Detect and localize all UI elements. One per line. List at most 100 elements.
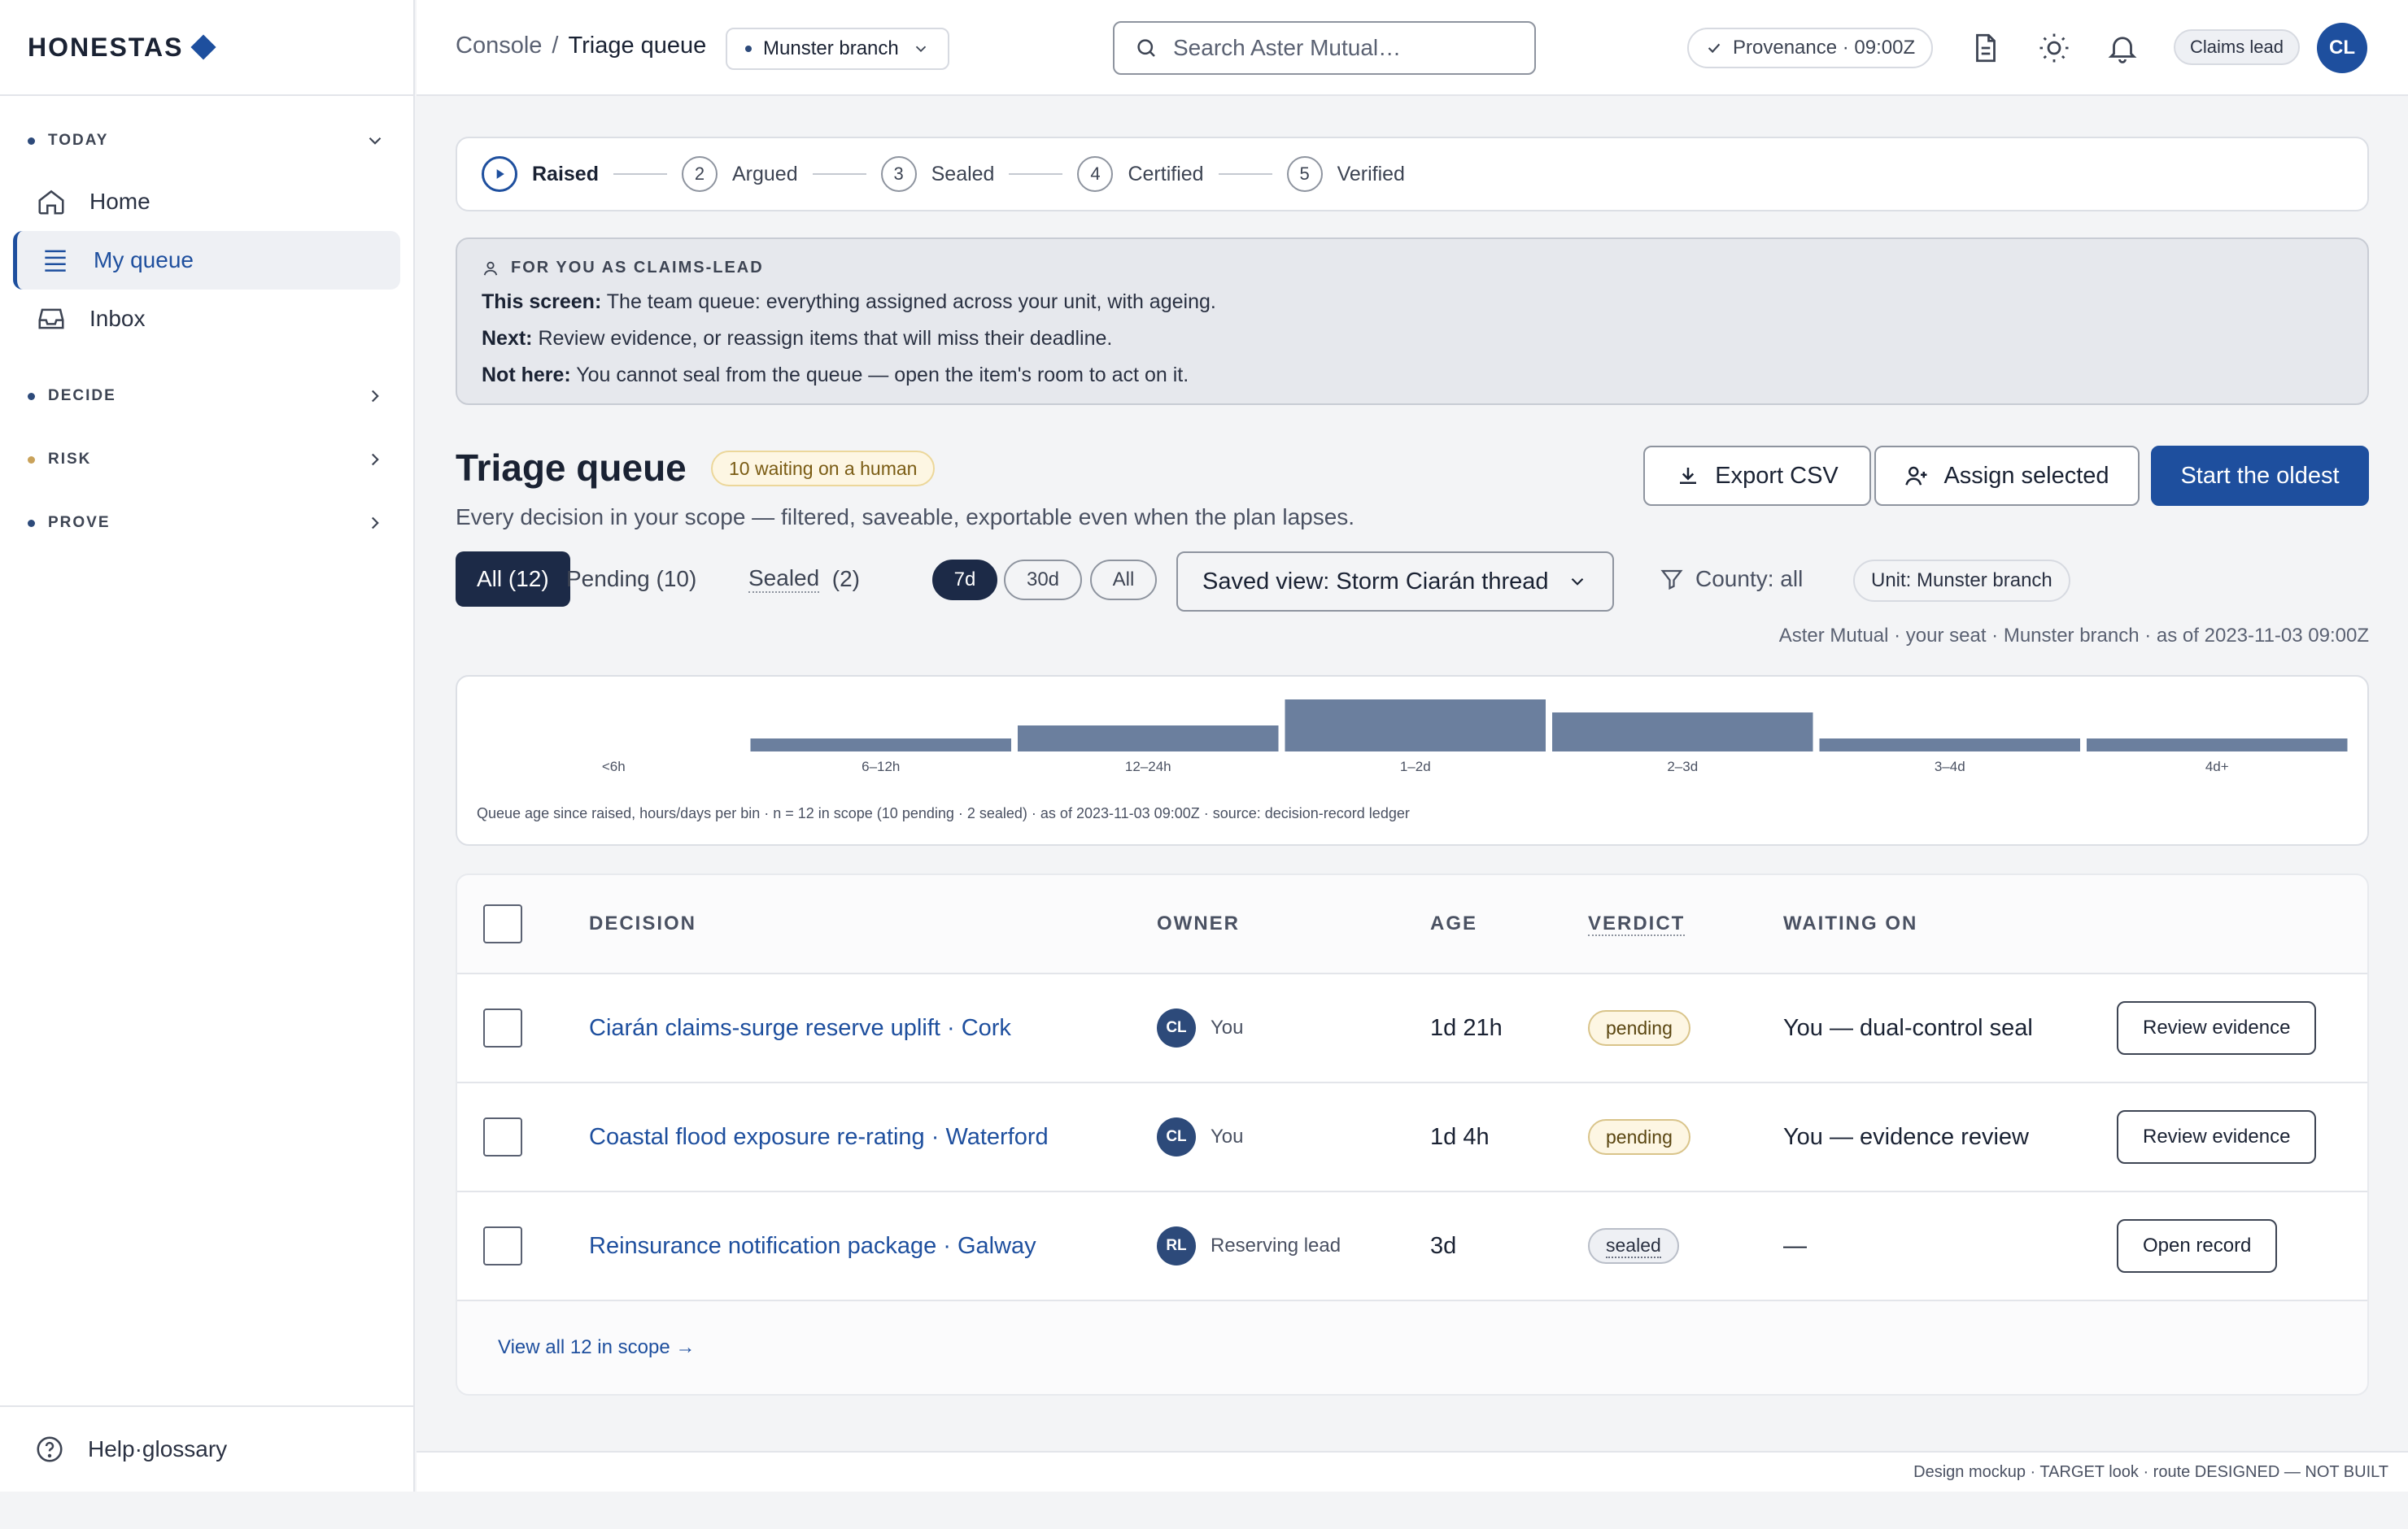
column-verdict[interactable]: VERDICT — [1588, 913, 1686, 936]
histogram-bar — [2087, 738, 2348, 751]
branch-select[interactable]: Munster branch — [726, 28, 949, 70]
section-dot — [28, 455, 35, 464]
step-verified: 5 Verified — [1286, 156, 1405, 192]
user-plus-icon — [1905, 466, 1927, 486]
tab-sealed-label: Sealed — [748, 565, 820, 593]
review-evidence-button[interactable]: Review evidence — [2117, 1001, 2317, 1055]
sidebar-section-prove[interactable]: PROVE — [0, 491, 413, 555]
age-value: 3d — [1430, 1232, 1457, 1259]
saved-view-select[interactable]: Saved view: Storm Ciarán thread — [1176, 551, 1614, 612]
range-all[interactable]: All — [1090, 560, 1157, 600]
status-badge: pending — [1588, 1010, 1690, 1046]
avatar: CL — [1157, 1117, 1196, 1157]
sidebar-item-my-queue[interactable]: My queue — [13, 231, 400, 290]
provenance-badge[interactable]: Provenance · 09:00Z — [1687, 28, 1934, 68]
age-value: 1d 4h — [1430, 1123, 1490, 1150]
waiting-on: — — [1783, 1232, 1807, 1259]
sidebar-item-inbox[interactable]: Inbox — [13, 290, 400, 348]
section-dot — [28, 392, 35, 400]
owner: CL You — [1157, 1008, 1244, 1048]
sidebar-section-decide[interactable]: DECIDE — [0, 364, 413, 428]
sidebar-section-risk[interactable]: RISK — [0, 428, 413, 491]
table-row: Ciarán claims-surge reserve uplift · Cor… — [457, 974, 2367, 1083]
breadcrumb-console[interactable]: Console — [456, 33, 542, 59]
step-connector — [812, 173, 866, 175]
brand-name: HONESTAS — [28, 32, 184, 62]
sidebar-item-home[interactable]: Home — [13, 172, 400, 231]
section-dot — [28, 519, 35, 527]
assign-selected-button[interactable]: Assign selected — [1874, 446, 2140, 506]
branch-dot — [745, 46, 752, 52]
chevron-down-icon — [1571, 577, 1584, 586]
export-csv-button[interactable]: Export CSV — [1643, 446, 1871, 506]
county-filter[interactable]: County: all — [1660, 566, 1803, 592]
tick-label: 1–2d — [1400, 759, 1431, 774]
range-7d[interactable]: 7d — [932, 560, 997, 600]
decisions-table: DECISION OWNER AGE VERDICT WAITING ON Ci… — [456, 873, 2369, 1396]
step-number: 4 — [1077, 156, 1114, 192]
tick-label: 3–4d — [1935, 759, 1965, 774]
sidebar-help-glossary[interactable]: Help·glossary — [0, 1405, 413, 1492]
breadcrumb-separator: / — [552, 33, 559, 59]
filter-bar: All (12) Pending (10) Sealed (2) 7d 30d … — [456, 551, 2369, 613]
notice-heading: FOR YOU AS CLAIMS-LEAD — [482, 259, 2343, 277]
verdict-cell: pending — [1588, 1010, 1690, 1046]
avatar[interactable]: CL — [2317, 23, 2367, 73]
owner: CL You — [1157, 1117, 1244, 1157]
sun-icon[interactable] — [2037, 31, 2071, 65]
queue-age-chart: <6h 6–12h 12–24h 1–2d 2–3d 3–4d 4d+ Queue age … — [456, 675, 2369, 846]
row-checkbox[interactable] — [483, 1117, 522, 1157]
decision-link[interactable]: Reinsurance notification package · Galwa… — [589, 1233, 1036, 1260]
bell-icon[interactable] — [2105, 31, 2140, 65]
step-connector — [1218, 173, 1272, 175]
waiting-on: You — evidence review — [1783, 1123, 2029, 1150]
review-evidence-button[interactable]: Review evidence — [2117, 1110, 2317, 1164]
column-age[interactable]: AGE — [1430, 913, 1477, 935]
tab-sealed[interactable]: Sealed (2) — [727, 551, 881, 607]
page-title: Triage queue — [456, 447, 687, 489]
notice-text: You cannot seal from the queue — open th… — [576, 364, 1189, 386]
step-label: Certified — [1128, 162, 1204, 185]
branch-label: Munster branch — [763, 37, 899, 59]
step-certified: 4 Certified — [1077, 156, 1204, 192]
open-record-button[interactable]: Open record — [2117, 1219, 2278, 1273]
sidebar-section-today[interactable]: TODAY — [0, 109, 413, 172]
chevron-down-icon — [915, 46, 926, 53]
sidebar-item-label: My queue — [94, 247, 194, 272]
avatar: RL — [1157, 1226, 1196, 1265]
table-header: DECISION OWNER AGE VERDICT WAITING ON — [457, 875, 2367, 974]
brand-logo[interactable]: HONESTAS — [0, 0, 413, 96]
tick-label: 6–12h — [862, 759, 900, 774]
document-icon[interactable] — [1969, 31, 2003, 65]
notice-heading-text: FOR YOU AS CLAIMS-LEAD — [511, 259, 764, 277]
unit-filter-chip[interactable]: Unit: Munster branch — [1853, 560, 2070, 602]
owner: RL Reserving lead — [1157, 1226, 1341, 1265]
histogram-bar — [1819, 738, 2080, 751]
verdict-cell: pending — [1588, 1119, 1690, 1155]
breadcrumb: Console / Triage queue — [456, 33, 706, 59]
start-oldest-button[interactable]: Start the oldest — [2151, 446, 2369, 506]
notice-line-next: Next: Review evidence, or reassign items… — [482, 327, 2343, 351]
owner-name: You — [1211, 1126, 1244, 1148]
decision-link[interactable]: Coastal flood exposure re-rating · Water… — [589, 1124, 1049, 1151]
breadcrumb-current: Triage queue — [568, 33, 707, 59]
inbox-icon — [38, 308, 64, 329]
tab-pending[interactable]: Pending (10) — [545, 551, 718, 607]
user-icon — [483, 261, 498, 276]
chevron-down-icon — [369, 137, 382, 145]
view-all-link[interactable]: View all 12 in scope → — [498, 1336, 695, 1359]
column-decision[interactable]: DECISION — [589, 913, 696, 935]
step-number: 5 — [1286, 156, 1323, 192]
role-badge[interactable]: Claims lead — [2174, 29, 2300, 65]
step-number: 2 — [681, 156, 718, 192]
row-checkbox[interactable] — [483, 1226, 522, 1265]
search-input[interactable] — [1173, 35, 1515, 61]
row-checkbox[interactable] — [483, 1008, 522, 1048]
column-owner[interactable]: OWNER — [1157, 913, 1240, 935]
range-30d[interactable]: 30d — [1004, 560, 1082, 600]
select-all-checkbox[interactable] — [483, 904, 522, 943]
search-icon — [1137, 39, 1155, 57]
histogram-bar — [1285, 699, 1546, 751]
decision-link[interactable]: Ciarán claims-surge reserve uplift · Cor… — [589, 1015, 1011, 1042]
column-waiting-on[interactable]: WAITING ON — [1783, 913, 1917, 935]
